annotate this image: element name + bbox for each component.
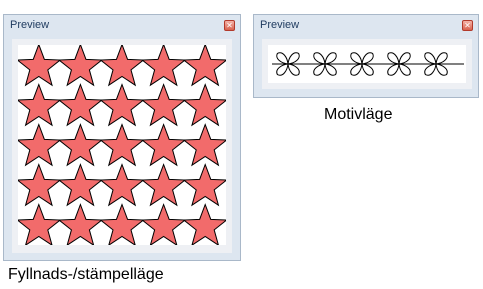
fill-preview-title: Preview <box>10 19 50 31</box>
fill-mode-caption: Fyllnads-/stämpelläge <box>8 266 164 283</box>
star-shape <box>16 123 62 167</box>
fill-preview-canvas <box>16 43 228 247</box>
fill-preview-canvas-frame <box>12 39 232 253</box>
star-shape <box>140 123 187 167</box>
star-shape <box>16 203 62 247</box>
star-shape <box>57 83 104 127</box>
star-shape <box>57 163 104 207</box>
star-shape <box>99 203 145 247</box>
motif-preview-canvas <box>268 45 466 83</box>
fill-preview-titlebar: Preview ✕ <box>4 15 240 37</box>
motif-preview-panel: Preview ✕ <box>253 14 479 98</box>
motif-preview-titlebar: Preview ✕ <box>254 15 478 37</box>
star-shape <box>182 43 228 87</box>
star-shape <box>16 163 62 207</box>
star-shape <box>16 43 62 87</box>
star-shape <box>16 83 62 127</box>
motif-mode-caption: Motivläge <box>324 106 393 123</box>
star-shape <box>182 163 228 207</box>
star-shape <box>99 123 145 167</box>
motif-preview-title: Preview <box>260 19 300 31</box>
star-shape <box>182 203 228 247</box>
star-shape <box>57 203 104 247</box>
star-shape <box>99 163 145 207</box>
star-shape <box>57 43 104 87</box>
star-shape <box>140 83 187 127</box>
star-shape <box>57 123 104 167</box>
star-shape <box>140 43 187 87</box>
star-shape <box>140 203 187 247</box>
motif-preview-canvas-frame <box>262 39 472 89</box>
fill-preview-panel: Preview ✕ <box>3 14 241 261</box>
star-grid <box>16 43 228 247</box>
star-shape <box>182 83 228 127</box>
star-shape <box>99 83 145 127</box>
close-icon[interactable]: ✕ <box>462 20 473 31</box>
close-icon[interactable]: ✕ <box>224 20 235 31</box>
star-shape <box>182 123 228 167</box>
motif-strip <box>272 52 464 76</box>
star-shape <box>99 43 145 87</box>
star-shape <box>140 163 187 207</box>
